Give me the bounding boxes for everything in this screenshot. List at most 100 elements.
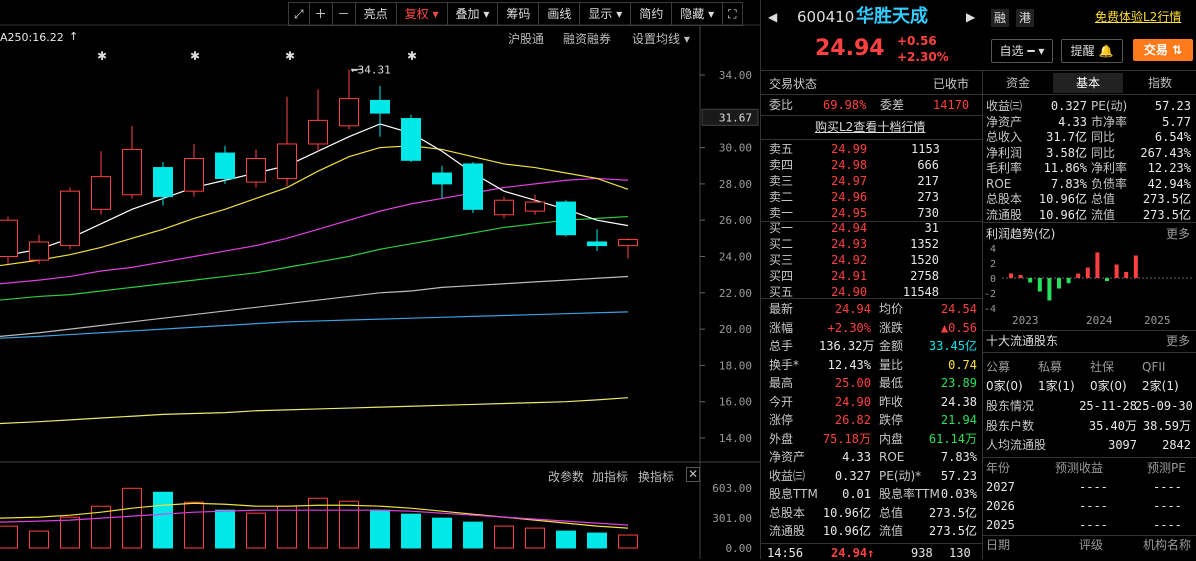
stat-label: 收益㈢ (769, 468, 806, 483)
stat-label: 昨收 (879, 394, 904, 409)
expand-icon[interactable]: ⛶ (723, 3, 741, 25)
candle (215, 152, 235, 179)
fund-value: 12.23% (1147, 161, 1191, 175)
stat-label: 流值 (879, 524, 904, 538)
stat-value: ▲0.56 (940, 320, 977, 335)
volume-bar (184, 501, 204, 549)
profit-more-link[interactable]: 更多 (1166, 226, 1190, 242)
tab-basic[interactable]: 基本 (1053, 73, 1123, 93)
vol-change-params[interactable]: 改参数 (548, 468, 584, 485)
candle (618, 238, 638, 247)
rating-org-header: 机构名称 (1143, 538, 1192, 552)
profit-bar (1124, 272, 1129, 278)
fullscreen-icon[interactable]: ⤢ (289, 3, 310, 25)
fund-value: 267.43% (1140, 145, 1191, 160)
stat-label: 均价 (879, 302, 904, 316)
holder-row-value: 35.40万 (1088, 418, 1137, 433)
stat-label: 股息TTM (769, 487, 818, 501)
y-tick-label: 34.00 (719, 69, 752, 82)
fund-label: 流值 (1091, 207, 1116, 222)
profit-bar (1076, 273, 1081, 278)
trade-button[interactable]: 交易 ⇅ (1133, 39, 1193, 61)
star-marker-icon: ✱ (190, 49, 200, 63)
ma250-label: A250:16.22 (0, 31, 64, 44)
link-hk-connect[interactable]: 沪股通 (508, 30, 544, 47)
fund-value: 273.5亿 (1142, 192, 1191, 206)
stat-label: 外盘 (769, 431, 794, 446)
toolbar-chips[interactable]: 筹码 (498, 3, 540, 25)
stat-value: 0.74 (948, 357, 977, 372)
toolbar-overlay[interactable]: 叠加 ▾ (448, 3, 499, 25)
fund-label: 总股本 (986, 192, 1023, 206)
stat-value: 33.45亿 (928, 339, 977, 353)
stat-label: 最新 (769, 302, 794, 316)
ask-label: 卖一 (769, 206, 794, 220)
volume-bar (246, 512, 266, 549)
fund-label: 总收入 (986, 130, 1023, 144)
zoom-out-icon[interactable]: － (333, 3, 356, 25)
forecast-pe-header: 预测PE (1147, 461, 1186, 475)
price-change-pct: +2.30% (897, 50, 949, 64)
forecast-year: 2027 (986, 480, 1015, 494)
zoom-in-icon[interactable]: ＋ (310, 3, 333, 25)
y-tick-label: 24.00 (719, 251, 752, 264)
forward-icon[interactable]: ▶ (966, 9, 975, 25)
holder-count: 2家(1) (1142, 379, 1179, 393)
bid-volume: 31 (924, 221, 939, 235)
ask-label: 卖四 (769, 158, 794, 172)
toolbar-adjust[interactable]: 复权 ▾ (397, 3, 448, 25)
fund-label: 负债率 (1091, 176, 1128, 191)
toolbar-display[interactable]: 显示 ▾ (580, 3, 632, 25)
candle (246, 157, 266, 183)
vol-close-icon[interactable]: ✕ (686, 467, 700, 482)
bid-volume: 1520 (910, 253, 939, 267)
buy-l2-link[interactable]: 购买L2查看十档行情 (815, 119, 925, 135)
holder-row-value: 38.59万 (1142, 418, 1191, 433)
profit-bar (1133, 255, 1138, 278)
link-margin[interactable]: 融资融券 (563, 30, 611, 47)
holders-more-link[interactable]: 更多 (1166, 333, 1190, 349)
profit-year-label: 2023 (1012, 314, 1039, 327)
vol-tick-label: 603.00 (712, 482, 752, 495)
l2-trial-link[interactable]: 免费体验L2行情 (1095, 9, 1181, 25)
toolbar-draw[interactable]: 画线 (539, 3, 581, 25)
ma-gray-line (0, 275, 629, 337)
y-tick-label: 16.00 (719, 396, 752, 409)
bid-price: 24.93 (831, 237, 868, 251)
y-tick-label: 22.00 (719, 287, 752, 300)
stat-value: 75.18万 (822, 431, 871, 446)
stat-value: 12.43% (827, 357, 871, 372)
holder-category: QFII (1142, 360, 1166, 374)
rating-grade-header: 评级 (1079, 538, 1104, 552)
profit-trend-title: 利润趋势(亿) (986, 227, 1056, 241)
quote-panel: ◀ 600410 华胜天成 ▶ 融 港 免费体验L2行情 24.94 +0.56… (760, 0, 1196, 560)
back-icon[interactable]: ◀ (768, 9, 777, 25)
toolbar-highlight[interactable]: 亮点 (356, 3, 397, 25)
ask-label: 卖三 (769, 174, 794, 188)
tab-index[interactable]: 指数 (1123, 73, 1196, 93)
watchlist-button[interactable]: 自选 ━ ▾ (991, 39, 1053, 63)
fund-label: 市净率 (1091, 114, 1128, 129)
stat-value: 273.5亿 (928, 505, 977, 520)
link-ma-settings[interactable]: 设置均线 ▾ (632, 30, 690, 47)
wc-value: 14170 (933, 98, 970, 112)
stat-label: 总值 (879, 505, 904, 520)
fund-label: 净资产 (986, 114, 1023, 129)
volume-bar (556, 530, 576, 549)
chart-toolbar: ⤢ ＋ － 亮点 复权 ▾ 叠加 ▾ 筹码 画线 显示 ▾ 简约 隐藏 ▾ ⛶ (288, 2, 743, 26)
profit-y-tick: 4 (990, 244, 996, 255)
price-change: +0.56 (897, 34, 937, 48)
profit-y-tick: -4 (984, 304, 996, 315)
vol-add-indicator[interactable]: 加指标 (592, 468, 628, 485)
holder-row-value: 2842 (1162, 438, 1191, 452)
alert-button[interactable]: 提醒 🔔 (1061, 39, 1123, 63)
stat-value: 24.90 (834, 394, 871, 409)
profit-bar (1037, 278, 1042, 292)
peak-label: ←34.31 (351, 63, 391, 76)
tab-funds[interactable]: 资金 (983, 73, 1053, 93)
vol-switch-indicator[interactable]: 换指标 (638, 468, 674, 485)
fund-label: 净利率 (1091, 161, 1128, 175)
toolbar-hide[interactable]: 隐藏 ▾ (672, 3, 724, 25)
profit-y-tick: -2 (984, 289, 996, 300)
toolbar-simple[interactable]: 简约 (631, 3, 673, 25)
